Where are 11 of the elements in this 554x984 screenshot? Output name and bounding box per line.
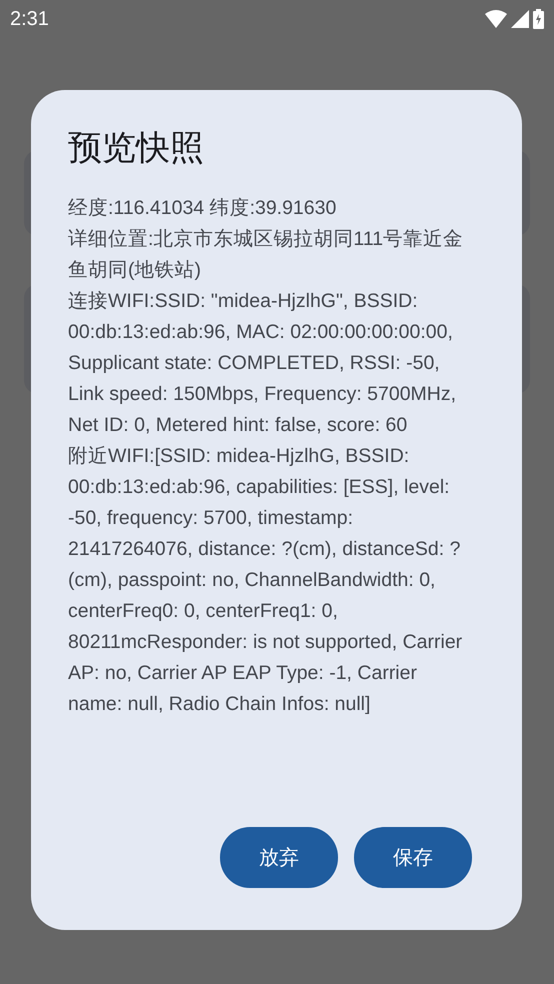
discard-button[interactable]: 放弃 <box>220 827 338 888</box>
wifi-icon <box>485 10 507 28</box>
save-button[interactable]: 保存 <box>354 827 472 888</box>
signal-icon <box>511 10 529 28</box>
status-time: 2:31 <box>10 7 49 32</box>
info-text: 经度:116.41034 纬度:39.91630 <box>68 196 338 221</box>
info-text: 详细位置:北京市东城区锡拉胡同111号靠近金鱼胡同(地铁站) <box>68 226 464 283</box>
info-text: 附近WIFI:[SSID: midea-HjzlhG, BSSID: 00:db:13:ed:ab:96, capabilities: [ESS], level: -50, frequency: 5700, timestamp: 21417264076, distance: ?(cm), distanceSd: ?(cm), passpoint: no, ChannelBandwidth: 0, centerFreq0: 0, centerFreq1: 0, 80211mcResponder: is not supported, Carrier AP: no, Carrier AP EAP Type: -1, Carrier name: null, Radio Chain Infos: null] <box>68 444 464 717</box>
battery-charging-icon <box>533 9 544 29</box>
info-text: 连接WIFI:SSID: "midea-HjzlhG", BSSID: 00:db:13:ed:ab:96, MAC: 02:00:00:00:00:00, Supplicant state: COMPLETED, RSSI: -50, Link speed: 150Mbps, Frequency: 5700MHz, Net ID: 0, Metered hint: false, score: 60 <box>68 288 458 438</box>
dialog-title: 预览快照 <box>68 128 205 169</box>
